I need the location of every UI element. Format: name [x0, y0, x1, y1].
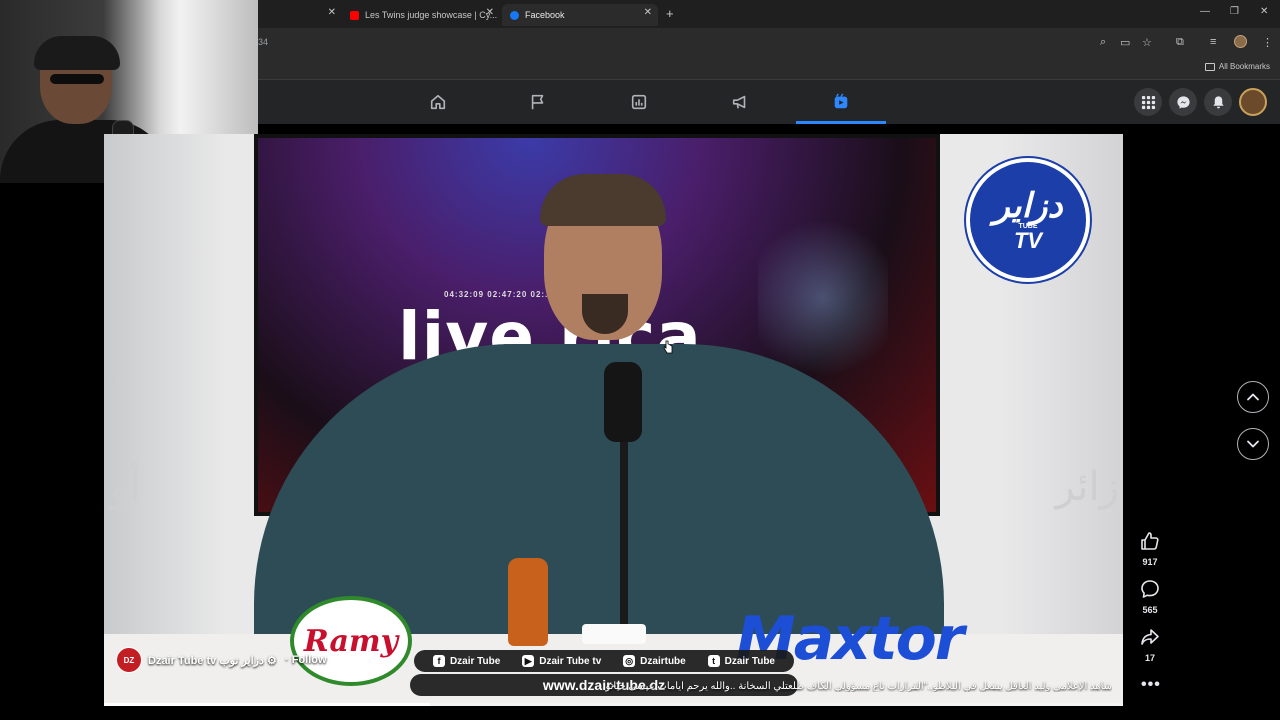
- minimize-button[interactable]: —: [1200, 6, 1210, 17]
- like-count: 917: [1142, 557, 1158, 567]
- nav-pages[interactable]: [493, 80, 583, 124]
- social-label: Dzairtube: [640, 655, 686, 667]
- close-window-button[interactable]: ✕: [1260, 6, 1268, 17]
- streamer-beanie: [34, 36, 120, 70]
- all-bookmarks-label: All Bookmarks: [1218, 62, 1270, 71]
- extensions-icon[interactable]: ⧉: [1176, 36, 1184, 49]
- nav-ads[interactable]: [695, 80, 785, 124]
- juice-bottle: [508, 558, 548, 646]
- folder-icon: [1204, 62, 1215, 71]
- grid-icon: [1141, 95, 1155, 109]
- social-youtube: ▶ Dzair Tube tv: [522, 655, 601, 667]
- reel-caption[interactable]: شاهد الإعلامي وليد العاقل ينفعل في البلا…: [412, 681, 1112, 692]
- screen-root: ✕ Les Twins judge showcase | Cy... ✕ Fac…: [0, 0, 1280, 720]
- social-twitter: t Dzair Tube: [707, 655, 775, 667]
- chart-icon: [631, 94, 647, 110]
- youtube-icon: ▶: [522, 655, 535, 667]
- all-bookmarks-button[interactable]: All Bookmarks: [1204, 62, 1270, 71]
- chevron-down-icon: [1247, 440, 1259, 448]
- nav-reels[interactable]: [796, 80, 886, 124]
- bookmarks-bar: All Bookmarks: [258, 56, 1280, 80]
- page-avatar[interactable]: DZ: [116, 647, 142, 673]
- studio-microphone: [604, 362, 642, 442]
- restore-button[interactable]: ❐: [1230, 6, 1239, 17]
- share-count: 17: [1144, 653, 1155, 663]
- channel-logo: دزاير TUBE TV: [966, 158, 1090, 282]
- social-label: Dzair Tube: [449, 655, 501, 667]
- facebook-header: [258, 80, 1280, 124]
- tab-label: Facebook: [525, 10, 565, 20]
- instagram-icon: ◎: [623, 655, 636, 667]
- ramy-sponsor-logo: Ramy: [290, 596, 412, 686]
- social-handles-bar: f Dzair Tube ▶ Dzair Tube tv ◎ Dzairtube tD…: [414, 650, 794, 672]
- wall-text-right: زائر: [1055, 464, 1119, 510]
- messenger-button[interactable]: [1169, 88, 1197, 116]
- hand-cursor-icon: [663, 340, 673, 354]
- social-instagram: ◎ Dzairtube: [623, 655, 686, 667]
- tab-youtube[interactable]: Les Twins judge showcase | Cy... ✕: [342, 4, 500, 26]
- menu-icon[interactable]: ⋮: [1262, 36, 1273, 49]
- comment-count: 565: [1142, 605, 1158, 615]
- url-text[interactable]: 34: [258, 37, 268, 47]
- share-icon: [1141, 629, 1159, 645]
- zoom-icon[interactable]: ⌕: [1100, 36, 1106, 49]
- twitter-icon: t: [707, 655, 720, 667]
- profile-avatar[interactable]: [1234, 35, 1247, 48]
- new-tab-button[interactable]: +: [666, 6, 674, 21]
- close-tab-icon[interactable]: ✕: [486, 7, 494, 18]
- wall-text-left: أو: [110, 464, 141, 510]
- nav-home[interactable]: [393, 80, 483, 124]
- follow-button[interactable]: · Follow: [285, 654, 327, 666]
- comment-icon: [1141, 580, 1159, 598]
- facebook-icon: f: [432, 655, 445, 667]
- reading-list-icon[interactable]: ≡: [1210, 36, 1216, 48]
- chevron-up-icon: [1247, 393, 1259, 401]
- close-tab-icon[interactable]: ✕: [328, 7, 336, 18]
- notifications-button[interactable]: [1204, 88, 1232, 116]
- facebook-icon: [510, 10, 519, 20]
- flag-icon: [531, 94, 544, 110]
- megaphone-icon: [732, 95, 746, 109]
- comment-button[interactable]: 565: [1137, 579, 1163, 615]
- logo-text: دزاير: [993, 185, 1063, 226]
- messenger-icon: [1176, 95, 1190, 109]
- cast-icon[interactable]: ▭: [1120, 36, 1130, 49]
- previous-reel-button[interactable]: [1237, 381, 1269, 413]
- reel-video[interactable]: أو زائر 04:32:09 02:47:20 02:... live ri…: [104, 134, 1123, 706]
- thumbs-up-icon: [1141, 532, 1159, 550]
- bookmark-star-icon[interactable]: ☆: [1142, 36, 1152, 49]
- account-avatar[interactable]: [1239, 88, 1267, 116]
- tab-hidden[interactable]: ✕: [258, 4, 342, 26]
- home-icon: [430, 94, 446, 110]
- presenter-hair: [540, 174, 666, 226]
- browser-tab-bar: ✕ Les Twins judge showcase | Cy... ✕ Fac…: [258, 0, 1280, 28]
- tab-label: Les Twins judge showcase | Cy...: [365, 10, 498, 20]
- video-progress-bar[interactable]: [104, 703, 1123, 706]
- page-name[interactable]: Dzair Tube tv دزاير توب ⚙: [148, 654, 277, 667]
- address-bar: 34 ⌕ ▭ ☆ ⧉ ≡ ⋮: [258, 28, 1280, 56]
- video-progress-fill: [104, 703, 431, 706]
- next-reel-button[interactable]: [1237, 428, 1269, 460]
- coffee-cup: [582, 624, 646, 644]
- reels-icon: [834, 93, 848, 109]
- youtube-icon: [350, 10, 359, 20]
- menu-grid-button[interactable]: [1134, 88, 1162, 116]
- close-tab-icon[interactable]: ✕: [644, 7, 652, 18]
- streamer-glasses: [50, 74, 104, 84]
- tab-facebook[interactable]: Facebook ✕: [502, 4, 658, 26]
- more-options-icon[interactable]: •••: [1141, 676, 1161, 694]
- social-facebook: f Dzair Tube: [432, 655, 501, 667]
- share-button[interactable]: 17: [1137, 627, 1163, 663]
- bell-icon: [1212, 95, 1224, 108]
- social-label: Dzair Tube: [724, 655, 775, 667]
- nav-insights[interactable]: [594, 80, 684, 124]
- logo-tv-text: TV: [1013, 227, 1043, 253]
- like-button[interactable]: 917: [1137, 531, 1163, 567]
- social-label: Dzair Tube tv: [539, 655, 602, 667]
